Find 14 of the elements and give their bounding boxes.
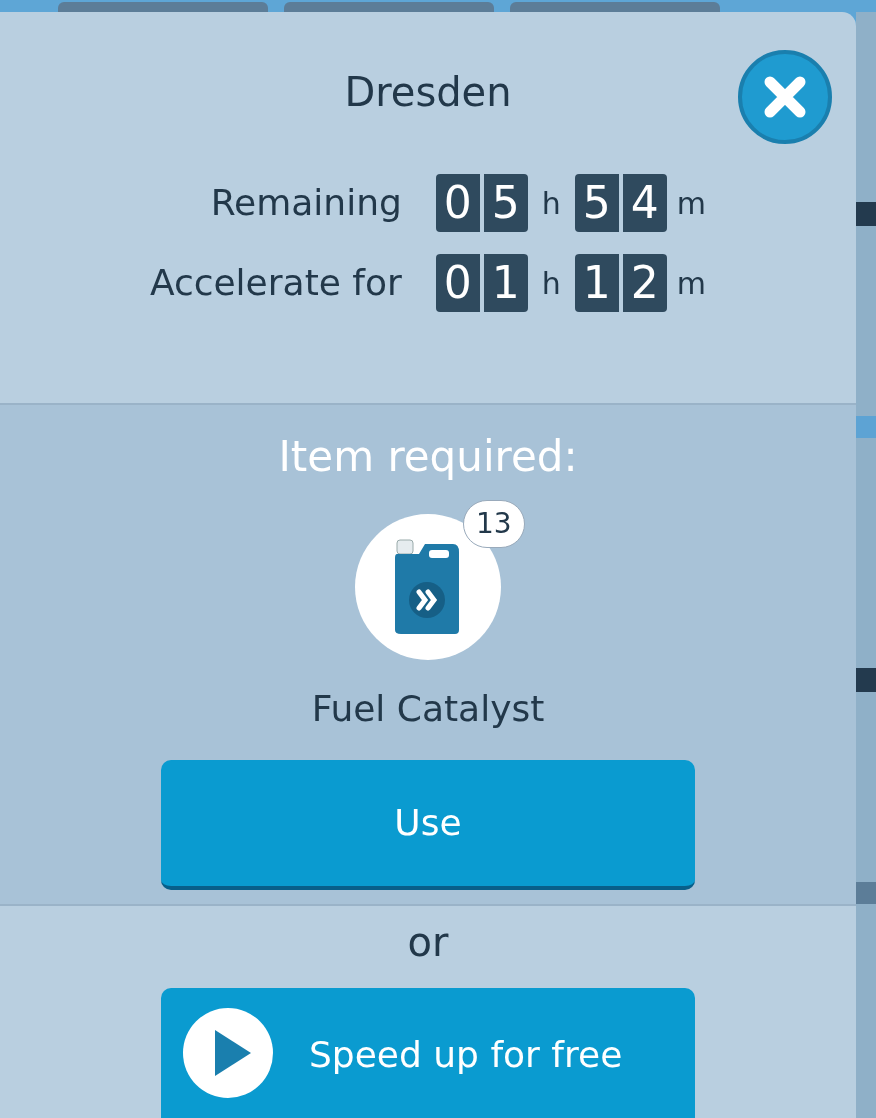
hours-unit: h — [540, 264, 562, 303]
use-button[interactable]: Use — [161, 759, 695, 890]
minutes-unit: m — [676, 264, 707, 303]
timer-label: Accelerate for — [149, 261, 402, 305]
timer-label: Remaining — [209, 181, 402, 225]
minutes-unit: m — [676, 184, 707, 223]
item-name: Fuel Catalyst — [311, 686, 545, 731]
play-icon — [181, 1006, 275, 1100]
item-count-badge: 13 — [463, 499, 525, 548]
or-separator: or — [407, 918, 449, 967]
dialog-title: Dresden — [344, 68, 512, 117]
speed-up-button[interactable]: Speed up for free — [161, 988, 695, 1118]
section-heading: Item required: — [278, 430, 578, 483]
hours-unit: h — [540, 184, 562, 223]
